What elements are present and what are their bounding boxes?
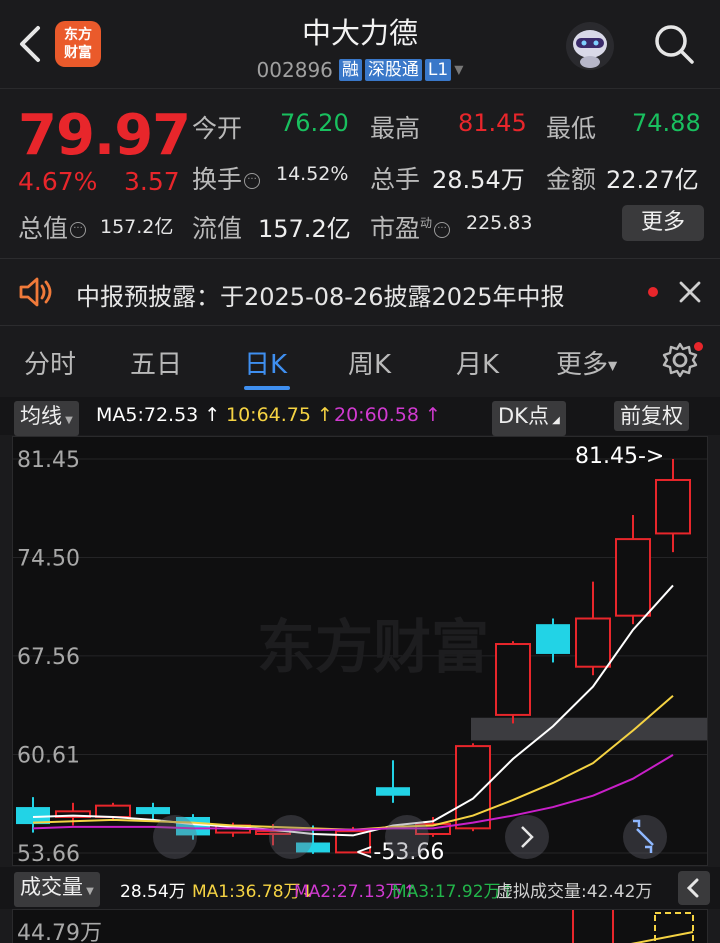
caret-down-icon: ▼ [608,358,618,373]
volume-chart[interactable]: 44.79万 [12,909,708,943]
period-tabs: 分时 五日 日K 周K 月K 更多▼ [0,326,720,396]
tab-monthly-k[interactable]: 月K [456,344,499,381]
float-cap-label: 流值 [192,214,243,243]
market-cap-value: 157.2亿 [100,216,174,238]
candle-body [95,804,131,818]
up-arrow-icon: ↑ [418,404,441,426]
change-percent: 4.67% [18,167,98,196]
candle-body [655,478,691,535]
ma10-value: 10:64.75 ↑ [226,404,333,426]
collapse-left-button[interactable] [678,871,710,905]
settings-notification-dot [694,342,703,351]
volume-value: 28.54万 [432,166,525,194]
change-amount: 3.57 [124,167,180,196]
amount-value: 22.27亿 [606,166,699,194]
zoom-out-button[interactable] [269,815,313,859]
speaker-icon [19,277,52,307]
float-cap-value: 157.2亿 [258,215,351,243]
volume-value: 28.54万 [120,882,186,902]
high-label: 最高 [370,114,421,143]
candle-body [136,807,170,815]
ma20-value: 20:60.58 ↑ [334,404,441,426]
open-label: 今开 [192,114,243,143]
open-value: 76.20 [280,109,349,137]
up-arrow-icon: ↑ [310,404,333,426]
prev-button[interactable] [153,815,197,859]
info-dots-icon: ··· [70,222,87,238]
y-tick-label: 81.45 [17,448,80,473]
top-bar: 东方 财富 中大力德 002896 融深股通 L1 ▼ [0,0,720,88]
badge-connect: 深股通 [364,58,422,81]
high-price-marker: 81.45-> [575,444,664,469]
close-icon[interactable] [676,278,704,306]
turnover-label[interactable]: 换手 ··· [192,160,261,196]
current-price: 79.97 [18,103,191,168]
triangle-down-icon: ▼ [62,415,73,426]
tab-more[interactable]: 更多▼ [556,344,617,381]
market-cap-label[interactable]: 总值 ··· [18,209,87,245]
unread-dot [648,287,658,297]
active-tab-indicator [244,386,290,390]
chevron-left-icon [686,878,699,898]
announcement-text: 中报预披露：于2025-08-26披露2025年中报 [76,283,565,311]
search-icon[interactable] [652,22,696,66]
triangle-down-icon: ▼ [83,886,94,897]
volume-label: 总手 [370,165,421,194]
tab-weekly-k[interactable]: 周K [348,344,391,381]
robot-avatar-icon[interactable] [564,20,616,72]
volume-top-tick: 44.79万 [17,921,102,943]
info-dots-icon: ··· [434,222,451,238]
low-label: 最低 [546,114,597,143]
more-button[interactable]: 更多 [622,205,704,241]
chevron-down-icon: ▼ [454,62,464,77]
candle-body [615,538,651,617]
pe-label[interactable]: 市盈动 ··· [370,209,451,245]
kline-chart[interactable]: 东方财富81.4574.5067.5660.6153.6681.45-><-53… [12,436,708,867]
announcement-bar[interactable]: 中报预披露：于2025-08-26披露2025年中报 [0,258,720,326]
badge-margin: 融 [338,58,362,81]
dk-point-select[interactable]: DK点 ◢ [492,401,566,436]
tab-intraday[interactable]: 分时 [24,344,76,381]
kline-svg: 东方财富81.4574.5067.5660.6153.6681.45-><-53… [13,444,707,867]
volume-indicator-row: 成交量 ▼ 28.54万 MA1:36.78万↓ MA2:27.13万↑ MA3… [0,867,720,909]
y-tick-label: 74.50 [17,547,80,572]
turnover-value: 14.52% [276,163,349,185]
y-tick-label: 67.56 [17,645,80,670]
ma5-value: MA5:72.53 ↑ [96,404,221,426]
candle-body [536,624,570,654]
indicator-select[interactable]: 均线 ▼ [14,401,79,436]
volume-select[interactable]: 成交量 ▼ [14,872,100,907]
next-button[interactable] [505,815,549,859]
watermark: 东方财富 [257,613,489,681]
indicator-row: 均线 ▼ MA5:72.53 ↑ 10:64.75 ↑ 20:60.58 ↑ D… [0,397,720,436]
tab-five-day[interactable]: 五日 [130,344,182,381]
adjust-select[interactable]: 前复权 [614,401,689,431]
stock-code: 002896 [256,57,333,82]
candle-body [376,787,410,796]
badge-level: L1 [424,58,452,81]
candle-body [495,643,531,716]
y-tick-label: 53.66 [17,842,80,865]
volume-ma-line [630,931,694,943]
up-arrow-icon: ↑ [198,404,221,426]
corner-triangle-icon: ◢ [548,415,560,426]
virtual-volume: 虚拟成交量:42.42万 [496,882,653,902]
volume-svg: 44.79万 [17,910,694,943]
resistance-band [471,717,707,741]
zoom-in-button[interactable] [385,815,429,859]
high-value: 81.45 [458,109,527,137]
pe-value: 225.83 [466,212,533,234]
y-tick-label: 60.61 [17,743,80,768]
amount-label: 金额 [546,165,597,194]
low-value: 74.88 [632,109,701,137]
info-dots-icon: ··· [244,173,261,189]
quote-panel: 79.97 4.67% 3.57 今开 76.20 最高 81.45 最低 74… [0,88,720,258]
candle-body [575,617,611,668]
tab-daily-k[interactable]: 日K [244,344,287,381]
